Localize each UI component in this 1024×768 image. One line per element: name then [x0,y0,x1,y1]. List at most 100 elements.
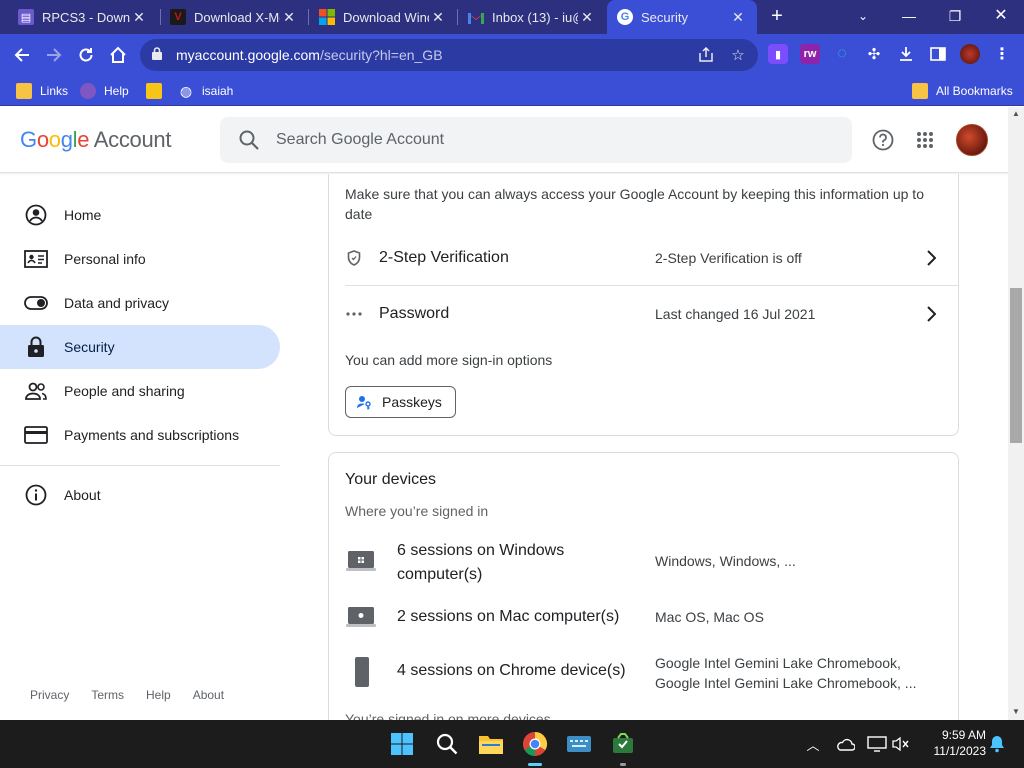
id-card-icon [24,247,48,271]
tab-download-windows[interactable]: Download Wind ✕ [309,0,457,34]
back-icon[interactable] [9,42,35,68]
search-taskbar-icon[interactable] [431,728,463,760]
footer-about-link[interactable]: About [193,688,224,702]
bookmark-star-icon[interactable]: ☆ [728,45,748,65]
share-icon[interactable] [696,45,716,65]
keyboard-app-icon[interactable] [563,728,595,760]
tab-rpcs3[interactable]: ▤ RPCS3 - Downlo ✕ [8,0,158,34]
extension-purple-icon[interactable]: ▮ [768,44,788,64]
tab-security[interactable]: G Security ✕ [607,0,757,34]
search-icon [238,129,260,151]
device-value: Mac OS, Mac OS [655,609,764,625]
bookmark-isaiah[interactable]: ◍ isaiah [178,81,233,101]
help-bookmark-icon [80,83,96,99]
nav-item-about[interactable]: About [0,473,280,517]
url-text: myaccount.google.com/security?hl=en_GB [176,47,443,63]
all-bookmarks[interactable]: All Bookmarks [912,81,1013,101]
globe-icon: ◍ [179,83,193,99]
windows-laptop-icon [345,549,377,573]
footer-privacy-link[interactable]: Privacy [30,688,69,702]
apps-grid-icon[interactable] [913,128,937,152]
device-row-chrome[interactable]: 4 sessions on Chrome device(s) Google In… [345,653,959,697]
tab-title: Download Wind [343,9,429,25]
avatar[interactable] [956,124,988,156]
shield-icon [345,250,363,266]
close-tab-icon[interactable]: ✕ [729,9,747,26]
xmedia-icon: V [170,9,186,25]
onedrive-icon[interactable] [834,732,856,756]
nav-item-security[interactable]: Security [0,325,280,369]
side-navigation: Home Personal info Data and privacy Secu… [0,174,290,720]
device-row-mac[interactable]: 2 sessions on Mac computer(s) Mac OS, Ma… [345,601,959,637]
system-clock[interactable]: 9:59 AM 11/1/2023 [918,727,987,759]
minimize-button[interactable]: — [886,0,932,34]
clock-time: 9:59 AM [941,728,986,742]
search-input[interactable]: Search Google Account [220,117,852,163]
tab-gmail[interactable]: Inbox (13) - iu@ ✕ [458,0,606,34]
home-icon[interactable] [105,42,131,68]
close-tab-icon[interactable]: ✕ [280,9,298,26]
start-button[interactable] [386,728,418,760]
address-bar[interactable]: myaccount.google.com/security?hl=en_GB ☆ [140,39,758,71]
forward-icon[interactable] [41,42,67,68]
footer-terms-link[interactable]: Terms [91,688,124,702]
close-tab-icon[interactable]: ✕ [130,9,148,26]
close-window-button[interactable]: ✕ [978,0,1024,34]
extensions-puzzle-icon[interactable]: ✣ [864,44,884,64]
tab-title: Download X-Me [194,9,280,25]
bookmark-links[interactable]: Links [16,81,68,101]
close-tab-icon[interactable]: ✕ [429,9,447,26]
notification-bell-icon[interactable] [986,732,1008,756]
device-value: Google Intel Gemini Lake Chromebook, Goo… [655,655,917,691]
device-row-windows[interactable]: 6 sessions on Windows computer(s) Window… [345,537,959,589]
folder-icon [16,83,32,99]
passkeys-button[interactable]: Passkeys [345,386,456,418]
network-icon[interactable] [866,732,888,756]
browser-toolbar: myaccount.google.com/security?hl=en_GB ☆… [0,34,1024,76]
nav-item-data-privacy[interactable]: Data and privacy [0,281,280,325]
row-label: 2-Step Verification [379,249,509,266]
extension-rw-icon[interactable]: rw [800,44,820,64]
close-tab-icon[interactable]: ✕ [578,9,596,26]
clock-date: 11/1/2023 [933,744,987,758]
new-tab-button[interactable]: + [766,5,788,29]
page-scrollbar[interactable]: ▲ ▼ [1008,107,1024,720]
store-app-icon[interactable] [607,728,639,760]
tab-title: Security [641,9,688,25]
extension-circle-icon[interactable]: ◌ [832,44,852,64]
google-icon: G [617,9,633,25]
help-icon[interactable] [871,128,895,152]
bookmark-unnamed[interactable] [146,81,170,101]
two-step-row[interactable]: 2-Step Verification 2-Step Verification … [345,230,959,286]
chrome-menu-icon[interactable]: ⋮ [992,44,1012,64]
restore-button[interactable]: ❐ [932,0,978,34]
file-explorer-icon[interactable] [475,728,507,760]
tab-xmedia[interactable]: V Download X-Me ✕ [160,0,308,34]
download-icon[interactable] [896,44,916,64]
google-account-logo[interactable]: Google Account [20,127,171,153]
side-panel-icon[interactable] [928,44,948,64]
footer-help-link[interactable]: Help [146,688,171,702]
nav-item-home[interactable]: Home [0,193,280,237]
nav-label: People and sharing [64,383,185,399]
scroll-down-arrow[interactable]: ▼ [1008,705,1024,719]
reload-icon[interactable] [73,42,99,68]
mac-laptop-icon [345,605,377,629]
scroll-up-arrow[interactable]: ▲ [1008,107,1024,121]
tray-overflow-icon[interactable]: ︿ [802,732,824,756]
nav-item-payments[interactable]: Payments and subscriptions [0,413,280,457]
bookmark-label: Help [104,84,129,98]
account-header: Google Account Search Google Account [0,107,1008,173]
device-label: 4 sessions on Chrome device(s) [397,662,626,679]
password-row[interactable]: Password Last changed 16 Jul 2021 [345,286,959,342]
chrome-taskbar-icon[interactable] [519,728,551,760]
nav-item-personal-info[interactable]: Personal info [0,237,280,281]
scrollbar-thumb[interactable] [1010,288,1022,443]
volume-muted-icon[interactable] [890,732,912,756]
site-info-icon[interactable] [152,47,168,63]
tab-search-icon[interactable]: ⌄ [840,0,886,34]
bookmark-help[interactable]: Help [80,81,129,101]
tab-strip: ▤ RPCS3 - Downlo ✕ V Download X-Me ✕ Dow… [0,0,1024,34]
profile-avatar-icon[interactable] [960,44,980,64]
nav-item-people-sharing[interactable]: People and sharing [0,369,280,413]
